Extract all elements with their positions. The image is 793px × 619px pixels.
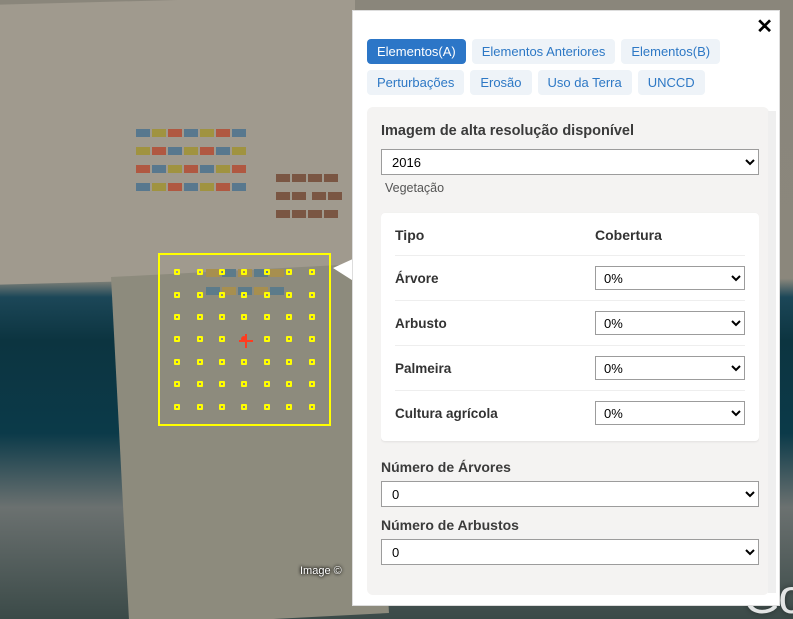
tab-erosao[interactable]: Erosão — [470, 70, 531, 95]
shrubs-count-label: Número de Arbustos — [381, 517, 759, 533]
coverage-select-palmeira[interactable]: 0% — [595, 356, 745, 380]
trees-count-block: Número de Árvores 0 — [381, 459, 759, 507]
trees-count-label: Número de Árvores — [381, 459, 759, 475]
tab-elementos-anteriores[interactable]: Elementos Anteriores — [472, 39, 616, 64]
tab-uso-da-terra[interactable]: Uso da Terra — [538, 70, 632, 95]
vegetation-row-palmeira: Palmeira 0% — [395, 345, 745, 390]
coverage-select-arbusto[interactable]: 0% — [595, 311, 745, 335]
vegetation-row-cultura: Cultura agrícola 0% — [395, 390, 745, 435]
image-attribution: Image © — [300, 565, 342, 577]
vegetation-type-label: Árvore — [395, 271, 595, 286]
tab-elementos-b[interactable]: Elementos(B) — [621, 39, 720, 64]
tab-perturbacoes[interactable]: Perturbações — [367, 70, 464, 95]
sample-center-point — [241, 336, 247, 342]
close-icon[interactable]: ✕ — [756, 17, 773, 37]
vegetation-row-arbusto: Arbusto 0% — [395, 300, 745, 345]
form-scroll-area: Imagem de alta resolução disponível 2016… — [367, 107, 769, 595]
vegetation-row-arvore: Árvore 0% — [395, 255, 745, 300]
tab-unccd[interactable]: UNCCD — [638, 70, 705, 95]
coverage-select-cultura[interactable]: 0% — [595, 401, 745, 425]
tab-elementos-a[interactable]: Elementos(A) — [367, 39, 466, 64]
vegetation-card: Tipo Cobertura Árvore 0% Arbusto 0% Palm… — [381, 213, 759, 441]
vegetation-type-label: Arbusto — [395, 316, 595, 331]
container-stack-2 — [275, 170, 345, 224]
shrubs-count-block: Número de Arbustos 0 — [381, 517, 759, 565]
container-stack-1 — [135, 125, 255, 197]
sample-grid — [160, 255, 329, 424]
attributes-panel: ✕ Elementos(A) Elementos Anteriores Elem… — [352, 10, 780, 606]
vegetation-type-label: Cultura agrícola — [395, 406, 595, 421]
column-header-coverage: Cobertura — [595, 227, 745, 243]
year-select[interactable]: 2016 — [381, 149, 759, 175]
vegetation-type-label: Palmeira — [395, 361, 595, 376]
sample-plot-square[interactable] — [158, 253, 331, 426]
hires-image-label: Imagem de alta resolução disponível — [381, 123, 759, 139]
trees-count-select[interactable]: 0 — [381, 481, 759, 507]
column-header-type: Tipo — [395, 227, 595, 243]
coverage-select-arvore[interactable]: 0% — [595, 266, 745, 290]
vegetation-section-label: Vegetação — [385, 181, 759, 195]
shrubs-count-select[interactable]: 0 — [381, 539, 759, 565]
tabs-bar: Elementos(A) Elementos Anteriores Elemen… — [353, 11, 779, 103]
panel-scrollbar[interactable] — [768, 111, 776, 593]
vegetation-table-header: Tipo Cobertura — [395, 227, 745, 243]
